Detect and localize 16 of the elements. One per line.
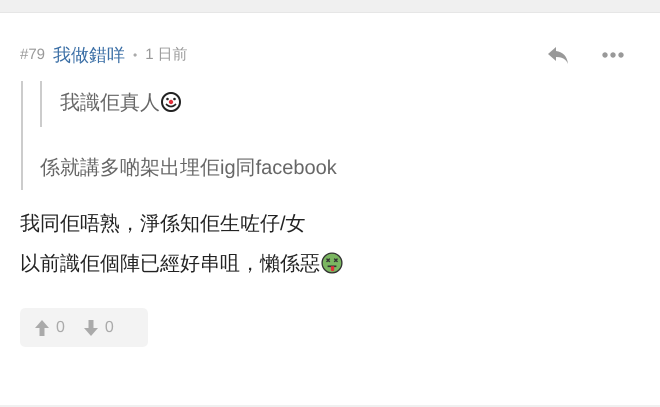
separator: • <box>133 47 138 64</box>
post-time: 1 日前 <box>145 44 188 65</box>
post-text-line: 我同佢唔熟，淨係知佢生咗仔/女 <box>20 212 307 237</box>
downvote-button[interactable]: 0 <box>82 316 114 340</box>
nested-quote-text: 我識佢真人 <box>60 92 181 114</box>
upvote-button[interactable]: 0 <box>34 316 65 340</box>
post-number: #79 <box>20 44 46 65</box>
quote-text: 係就講多啲架出埋佢ig同facebook <box>40 157 337 179</box>
reply-icon <box>546 45 570 65</box>
up-arrow-icon <box>34 318 50 336</box>
more-icon <box>602 52 624 58</box>
nauseated-face-icon <box>321 252 343 274</box>
down-arrow-icon <box>82 318 99 336</box>
post-text-line: 以前識佢個陣已經好串咀，懶係惡 <box>20 250 640 278</box>
author-name[interactable]: 我做錯咩 <box>53 42 126 68</box>
clown-face-icon <box>161 92 181 112</box>
